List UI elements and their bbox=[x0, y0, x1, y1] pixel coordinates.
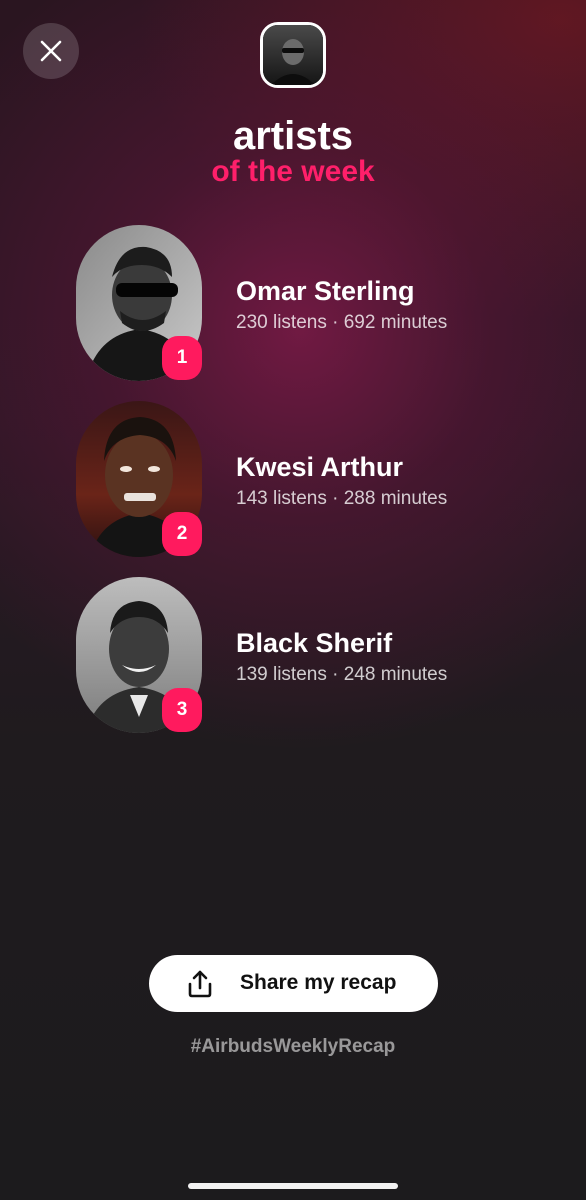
artist-stats: 230 listens · 692 minutes bbox=[236, 312, 448, 333]
close-button[interactable] bbox=[23, 23, 79, 79]
user-avatar[interactable] bbox=[260, 22, 326, 88]
share-button-label: Share my recap bbox=[240, 971, 397, 994]
artist-stats: 139 listens · 248 minutes bbox=[236, 664, 448, 685]
artist-stats: 143 listens · 288 minutes bbox=[236, 488, 448, 509]
home-indicator[interactable] bbox=[188, 1183, 398, 1189]
artist-name: Kwesi Arthur bbox=[236, 452, 404, 482]
rank-badge: 2 bbox=[162, 512, 202, 556]
hashtag: #AirbudsWeeklyRecap bbox=[190, 1036, 396, 1057]
artist-row[interactable]: 1 Omar Sterling 230 listens · 692 minute… bbox=[76, 225, 536, 381]
artist-row[interactable]: 3 Black Sherif 139 listens · 248 minutes bbox=[76, 577, 536, 733]
share-icon bbox=[188, 970, 212, 998]
artist-row[interactable]: 2 Kwesi Arthur 143 listens · 288 minutes bbox=[76, 401, 536, 557]
artist-name: Omar Sterling bbox=[236, 276, 415, 306]
page-title: artists bbox=[232, 114, 354, 158]
artist-name: Black Sherif bbox=[236, 628, 393, 658]
page-subtitle: of the week bbox=[211, 155, 375, 188]
close-icon bbox=[40, 40, 62, 62]
share-recap-button[interactable]: Share my recap bbox=[149, 955, 438, 1012]
rank-badge: 3 bbox=[162, 688, 202, 732]
rank-badge: 1 bbox=[162, 336, 202, 380]
